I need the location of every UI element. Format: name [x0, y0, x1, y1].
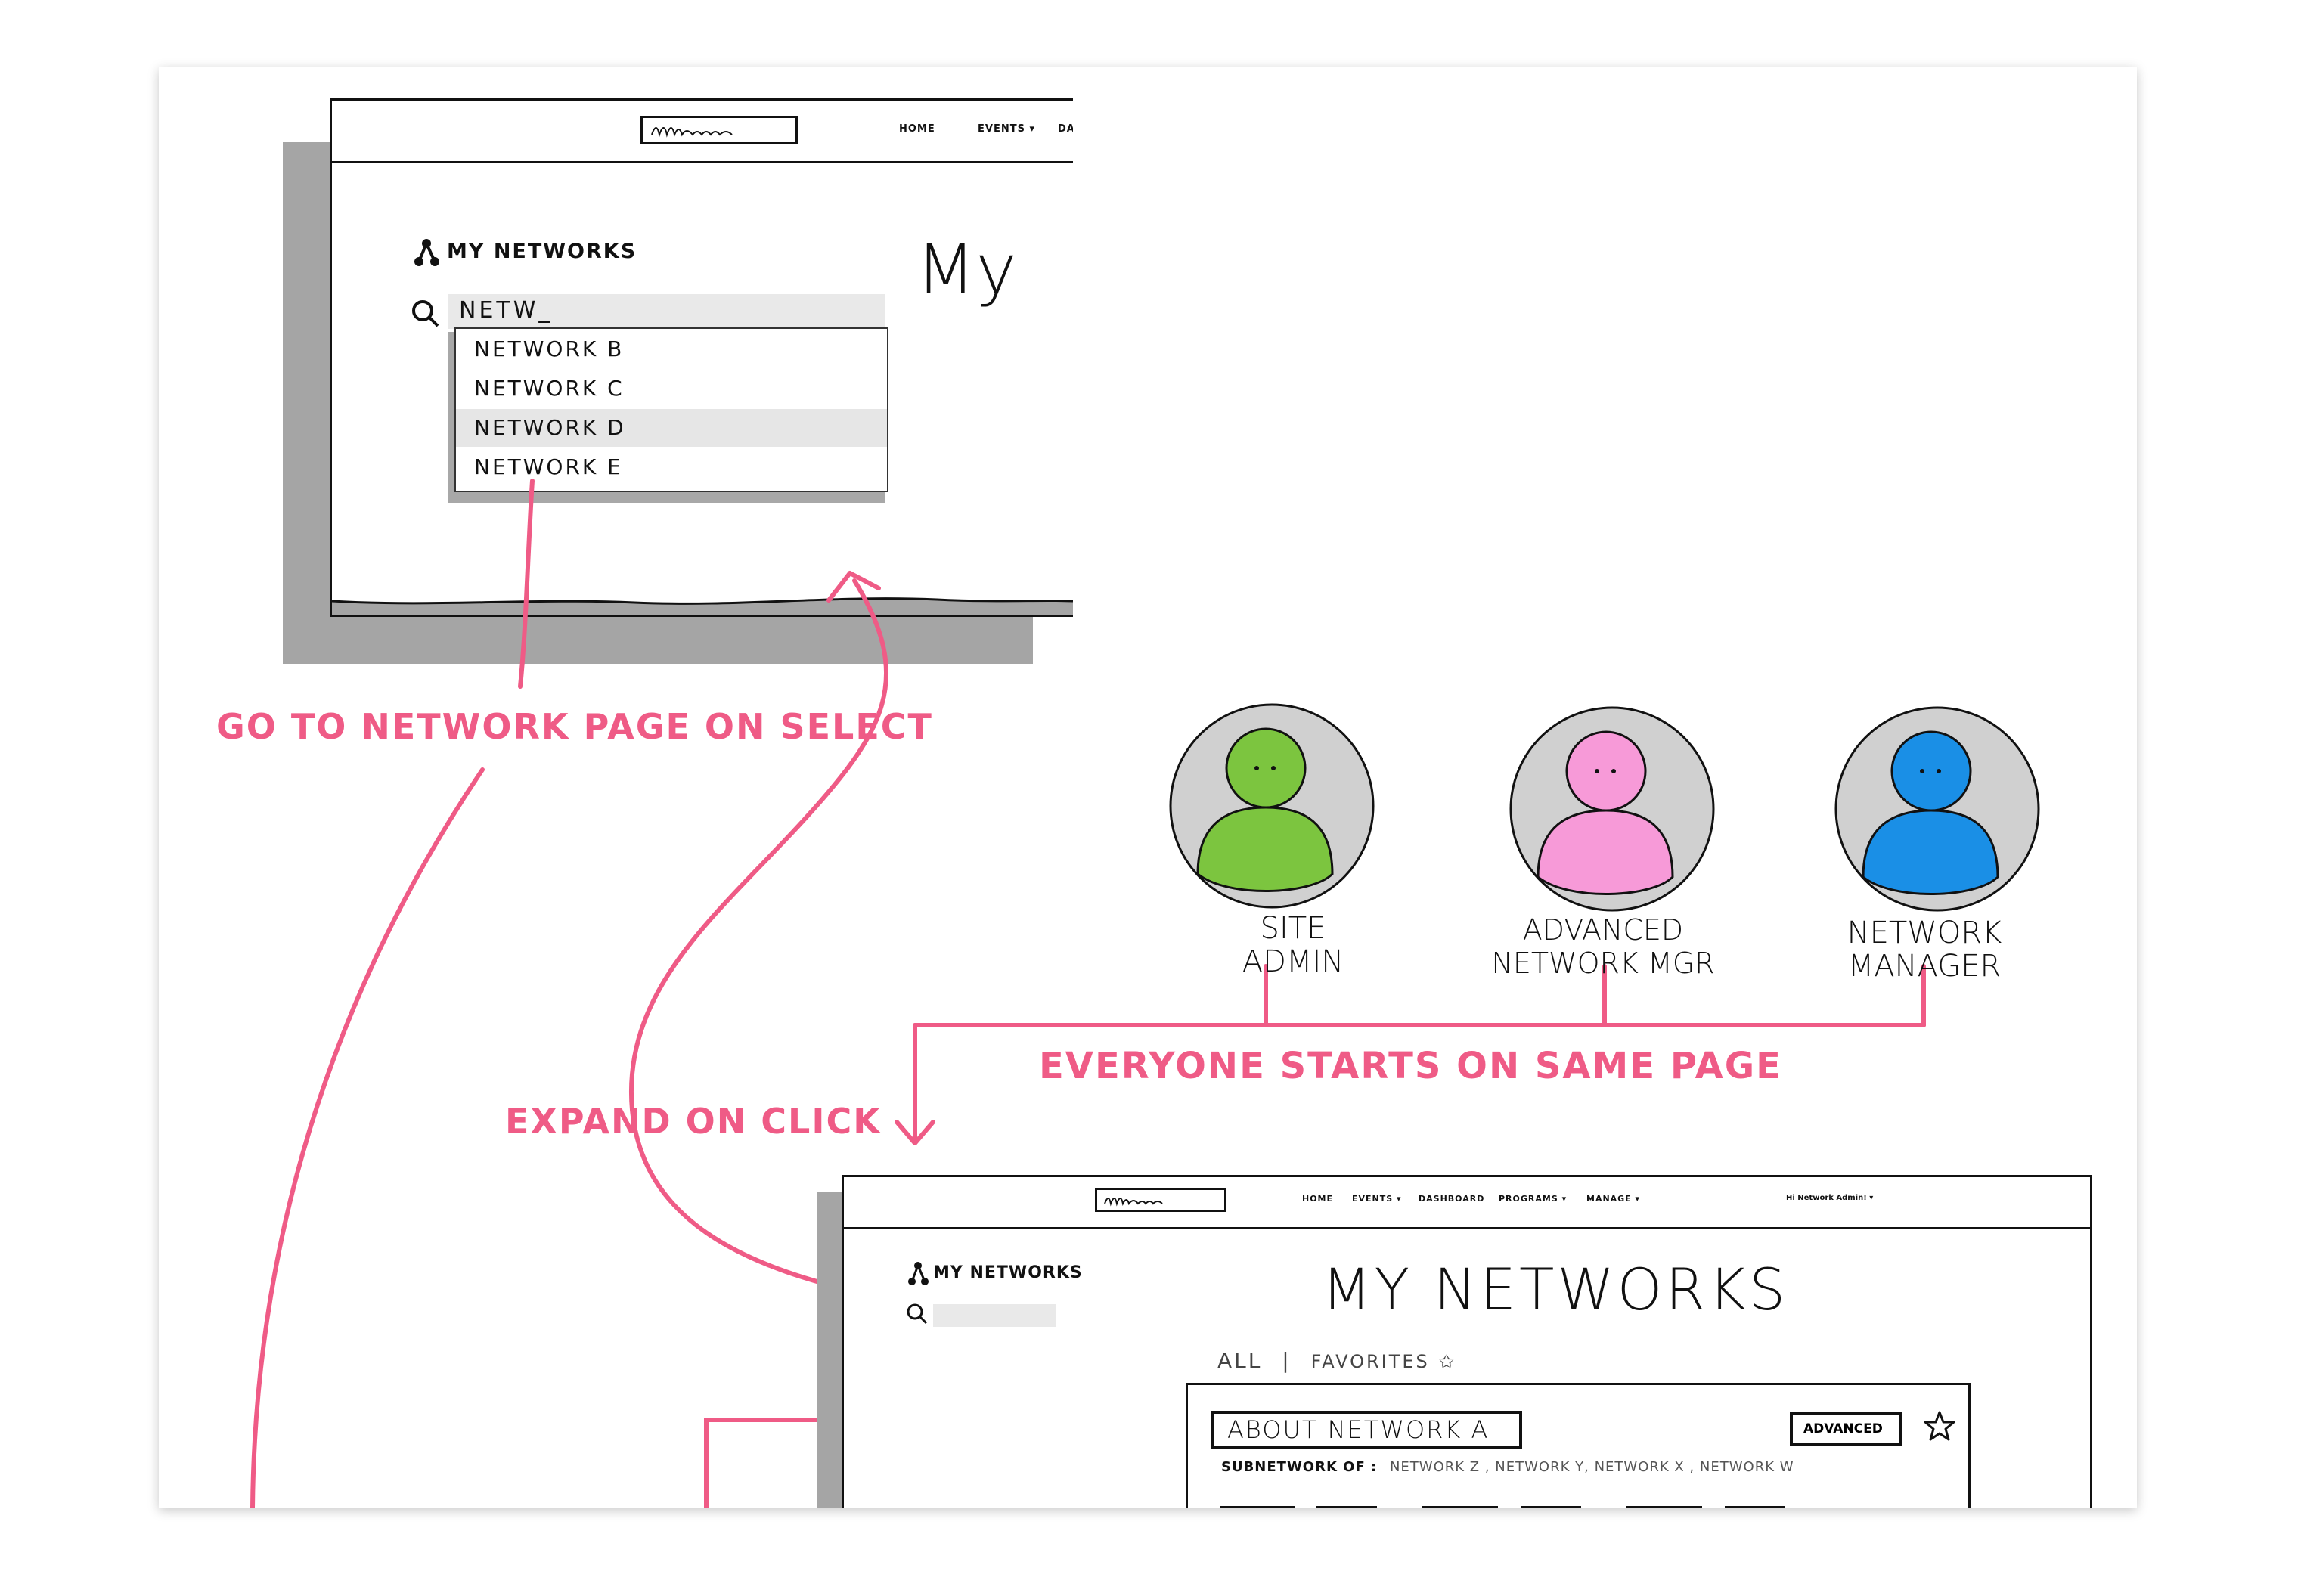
network-card: ABOUT NETWORK A ADVANCED SUBNETWORK OF :…	[1186, 1383, 1971, 1508]
search-input[interactable]	[933, 1304, 1056, 1327]
select-flow-line	[250, 767, 485, 1508]
card-tile[interactable]	[1521, 1506, 1581, 1508]
subnetwork-row: SUBNETWORK OF : NETWORK Z , NETWORK Y, N…	[1221, 1459, 1794, 1475]
logo-scribble	[1104, 1198, 1163, 1207]
filter-all[interactable]: ALL	[1217, 1348, 1262, 1373]
persona-advanced-network-mgr-label: ADVANCED NETWORK MGR	[1490, 913, 1716, 980]
advanced-badge: ADVANCED	[1790, 1412, 1902, 1446]
filter-separator: |	[1282, 1348, 1292, 1373]
sidebar-title: MY NETWORKS	[933, 1263, 1083, 1282]
nav-user-menu[interactable]: Hi Network Admin! ▾	[1786, 1194, 1873, 1202]
persona-label-line1: ADVANCED	[1522, 913, 1684, 947]
card-title-box[interactable]: ABOUT NETWORK A	[1211, 1411, 1522, 1449]
card-tile[interactable]	[1626, 1506, 1702, 1508]
nav-divider	[844, 1227, 2090, 1229]
persona-site-admin-label: SITE ADMIN	[1217, 912, 1369, 978]
nav-dashboard[interactable]: DASHBOARD	[1419, 1194, 1484, 1204]
bottom-mockup: HOME EVENTS ▾ DASHBOARD PROGRAMS ▾ MANAG…	[842, 1175, 2092, 1508]
card-tile[interactable]	[1725, 1506, 1785, 1508]
card-tile[interactable]	[1316, 1506, 1377, 1508]
card-tile[interactable]	[1220, 1506, 1295, 1508]
nav-home[interactable]: HOME	[1302, 1194, 1333, 1204]
logo[interactable]	[1095, 1188, 1226, 1212]
advanced-badge-label: ADVANCED	[1803, 1421, 1883, 1436]
site-admin-avatar-icon	[1169, 703, 1375, 909]
persona-label-line1: SITE	[1260, 911, 1326, 946]
persona-network-manager-label: NETWORK MANAGER	[1822, 916, 2026, 983]
nav-programs[interactable]: PROGRAMS ▾	[1499, 1194, 1567, 1204]
diagram-canvas: HOME EVENTS ▾ DASH MY NETWORKS NETW_ NET…	[159, 67, 2137, 1508]
nav-events[interactable]: EVENTS ▾	[1352, 1194, 1402, 1204]
filter-favorites[interactable]: FAVORITES	[1311, 1351, 1430, 1372]
expand-arrow-head	[826, 571, 881, 603]
filter-tabs: ALL | FAVORITES ✩	[1217, 1348, 1456, 1373]
network-manager-avatar-icon	[1834, 706, 2040, 912]
persona-label-line2: MANAGER	[1847, 949, 2002, 984]
star-icon: ✩	[1438, 1351, 1456, 1372]
search-icon[interactable]	[906, 1303, 929, 1325]
card-title: ABOUT NETWORK A	[1227, 1415, 1490, 1444]
persona-label-line2: NETWORK MGR	[1491, 947, 1715, 980]
persona-site-admin	[1160, 694, 1379, 913]
subnetwork-label: SUBNETWORK OF :	[1221, 1459, 1378, 1475]
page-heading: MY NETWORKS	[1322, 1256, 1789, 1323]
nav-manage[interactable]: MANAGE ▾	[1586, 1194, 1640, 1204]
network-icon	[908, 1262, 929, 1285]
persona-advanced-network-mgr	[1500, 697, 1719, 916]
select-connector	[518, 479, 535, 689]
card-tile[interactable]	[1422, 1506, 1498, 1508]
persona-network-manager	[1825, 697, 2045, 916]
advanced-network-mgr-avatar-icon	[1509, 706, 1715, 912]
persona-label-line1: NETWORK	[1847, 916, 2002, 950]
subnetwork-list[interactable]: NETWORK Z , NETWORK Y, NETWORK X , NETWO…	[1390, 1459, 1794, 1475]
favorite-star-icon[interactable]	[1923, 1409, 1956, 1443]
persona-label-line2: ADMIN	[1242, 944, 1344, 979]
